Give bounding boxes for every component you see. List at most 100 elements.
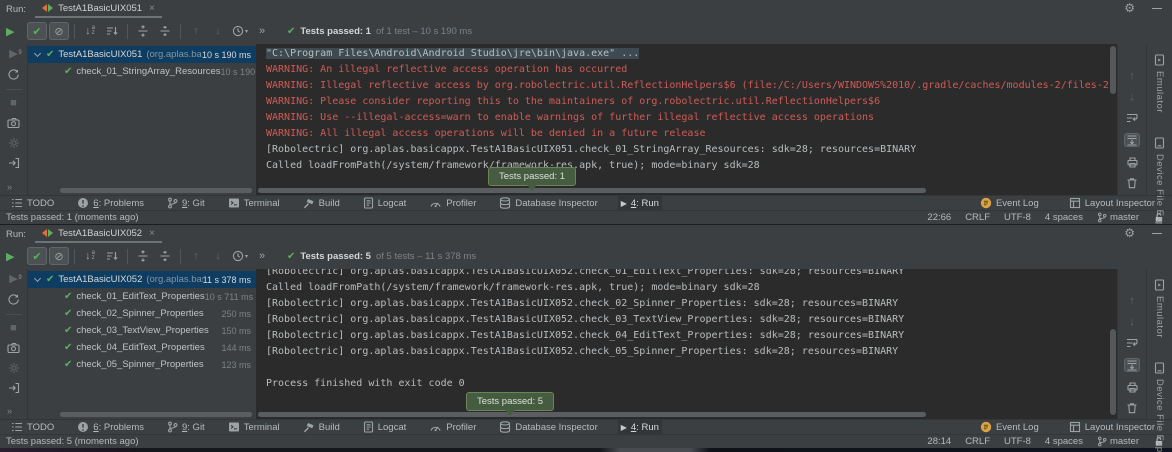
more-actions-icon[interactable]: »: [252, 247, 272, 265]
event-log-button[interactable]: Event Log: [977, 196, 1042, 211]
clear-all-icon[interactable]: [1126, 402, 1138, 414]
import-test-results-icon[interactable]: [8, 157, 20, 169]
scroll-to-end-icon[interactable]: [1124, 133, 1140, 147]
more-toolbar-icon[interactable]: »: [7, 182, 13, 192]
expand-all-icon[interactable]: [133, 247, 153, 265]
console-vertical-scrollbar[interactable]: [1110, 329, 1116, 415]
tool-window-run[interactable]: ▶ 4: Run: [618, 196, 662, 211]
test-settings-icon[interactable]: [8, 362, 20, 374]
sort-alphabetically-icon[interactable]: ↓az: [80, 22, 100, 40]
tool-window-todo[interactable]: TODO: [8, 420, 57, 435]
git-branch-widget[interactable]: master: [1097, 434, 1139, 449]
tool-window-emulator[interactable]: Emulator: [1154, 279, 1165, 338]
next-occurrence-icon[interactable]: ↓: [208, 247, 228, 265]
tab-testa1basicuix051[interactable]: TestA1BasicUIX051 ×: [35, 0, 162, 18]
test-tree-row[interactable]: ✔ check_01_StringArray_Resources 10 s 19…: [28, 63, 256, 80]
tool-window-terminal[interactable]: Terminal: [225, 420, 283, 435]
show-passed-icon[interactable]: ✔: [27, 22, 47, 40]
tool-window-problems[interactable]: 6: Problems: [74, 420, 147, 435]
tool-window-build[interactable]: Build: [300, 196, 343, 211]
show-ignored-icon[interactable]: ⊘: [49, 22, 69, 40]
rerun-icon[interactable]: ▶9: [9, 274, 17, 285]
indent-setting[interactable]: 4 spaces: [1045, 436, 1083, 447]
import-test-results-icon[interactable]: [8, 382, 20, 394]
chevron-down-icon[interactable]: [34, 49, 41, 56]
event-log-button[interactable]: Event Log: [977, 420, 1042, 435]
show-passed-icon[interactable]: ✔: [27, 247, 47, 265]
test-settings-icon[interactable]: [8, 137, 20, 149]
tool-window-logcat[interactable]: Logcat: [360, 196, 410, 211]
more-actions-icon[interactable]: »: [252, 22, 272, 40]
caret-position[interactable]: 22:66: [927, 212, 951, 223]
more-toolbar-icon[interactable]: »: [7, 406, 13, 416]
tool-window-device-file-explorer[interactable]: Device File Explorer: [1154, 362, 1165, 452]
tool-window-todo[interactable]: TODO: [8, 196, 57, 211]
rerun-tests-icon[interactable]: ▶: [6, 250, 26, 263]
scroll-to-end-icon[interactable]: [1124, 358, 1140, 372]
sort-alphabetically-icon[interactable]: ↓az: [80, 247, 100, 265]
toggle-auto-test-icon[interactable]: [7, 68, 20, 81]
console-horizontal-scrollbar[interactable]: [258, 188, 926, 193]
show-ignored-icon[interactable]: ⊘: [49, 247, 69, 265]
rerun-tests-icon[interactable]: ▶: [6, 25, 26, 38]
thread-dump-icon[interactable]: [7, 117, 20, 129]
next-occurrence-icon[interactable]: ↓: [208, 22, 228, 40]
tool-window-emulator[interactable]: Emulator: [1154, 54, 1165, 113]
test-tree-row[interactable]: ✔ check_03_TextView_Properties 150 ms: [28, 322, 256, 339]
console-horizontal-scrollbar[interactable]: [258, 412, 926, 417]
line-ending[interactable]: CRLF: [965, 436, 990, 447]
test-tree-row[interactable]: ✔ check_05_Spinner_Properties 123 ms: [28, 356, 256, 373]
stop-icon[interactable]: ■: [10, 323, 17, 334]
tool-window-logcat[interactable]: Logcat: [360, 420, 410, 435]
clear-all-icon[interactable]: [1126, 177, 1138, 189]
tab-testa1basicuix052[interactable]: TestA1BasicUIX052 ×: [35, 225, 162, 243]
soft-wrap-icon[interactable]: [1126, 337, 1139, 349]
toggle-auto-test-icon[interactable]: [7, 293, 20, 306]
sort-by-duration-icon[interactable]: [102, 22, 122, 40]
tool-window-git[interactable]: 9: Git: [164, 196, 208, 211]
layout-inspector-button[interactable]: Layout Inspector: [1066, 420, 1158, 435]
collapse-all-icon[interactable]: [155, 22, 175, 40]
thread-dump-icon[interactable]: [7, 342, 20, 354]
tool-window-git[interactable]: 9: Git: [164, 420, 208, 435]
rerun-icon[interactable]: ▶9: [9, 49, 17, 60]
previous-occurrence-icon[interactable]: ↑: [186, 22, 206, 40]
file-encoding[interactable]: UTF-8: [1004, 212, 1031, 223]
layout-inspector-button[interactable]: Layout Inspector: [1066, 196, 1158, 211]
test-tree-root-row[interactable]: ✔ TestA1BasicUIX051 (org.aplas.basica 10…: [28, 46, 256, 63]
stop-icon[interactable]: ■: [10, 98, 17, 109]
tool-window-run[interactable]: ▶ 4: Run: [618, 420, 662, 435]
test-history-icon[interactable]: ▾: [230, 247, 250, 265]
console-vertical-scrollbar[interactable]: [1110, 46, 1116, 94]
soft-wrap-icon[interactable]: [1126, 112, 1139, 124]
test-tree-row[interactable]: ✔ check_04_EditText_Properties 144 ms: [28, 339, 256, 356]
scroll-down-icon[interactable]: ↓: [1129, 316, 1135, 328]
test-tree-row[interactable]: ✔ check_02_Spinner_Properties 250 ms: [28, 305, 256, 322]
scroll-up-icon[interactable]: ↑: [1129, 295, 1135, 307]
test-history-icon[interactable]: ▾: [230, 22, 250, 40]
sort-by-duration-icon[interactable]: [102, 247, 122, 265]
close-tab-icon[interactable]: ×: [149, 228, 155, 239]
expand-all-icon[interactable]: [133, 22, 153, 40]
tree-horizontal-scrollbar[interactable]: [60, 188, 252, 193]
tool-window-database-inspector[interactable]: Database Inspector: [496, 420, 600, 435]
scroll-up-icon[interactable]: ↑: [1129, 70, 1135, 82]
caret-position[interactable]: 28:14: [927, 436, 951, 447]
git-branch-widget[interactable]: master: [1097, 210, 1139, 225]
tool-window-database-inspector[interactable]: Database Inspector: [496, 196, 600, 211]
tool-window-terminal[interactable]: Terminal: [225, 196, 283, 211]
hide-tool-window-icon[interactable]: —: [1152, 228, 1162, 239]
test-tree-root-row[interactable]: ✔ TestA1BasicUIX052 (org.aplas.basica 11…: [28, 271, 256, 288]
tool-window-profiler[interactable]: Profiler: [426, 420, 479, 435]
tree-horizontal-scrollbar[interactable]: [60, 412, 252, 417]
tool-window-problems[interactable]: 6: Problems: [74, 196, 147, 211]
scroll-down-icon[interactable]: ↓: [1129, 91, 1135, 103]
settings-gear-icon[interactable]: ⚙: [1124, 1, 1135, 15]
hide-tool-window-icon[interactable]: —: [1152, 3, 1162, 14]
previous-occurrence-icon[interactable]: ↑: [186, 247, 206, 265]
indent-setting[interactable]: 4 spaces: [1045, 212, 1083, 223]
file-encoding[interactable]: UTF-8: [1004, 436, 1031, 447]
tool-window-build[interactable]: Build: [300, 420, 343, 435]
tool-window-profiler[interactable]: Profiler: [426, 196, 479, 211]
close-tab-icon[interactable]: ×: [149, 3, 155, 14]
